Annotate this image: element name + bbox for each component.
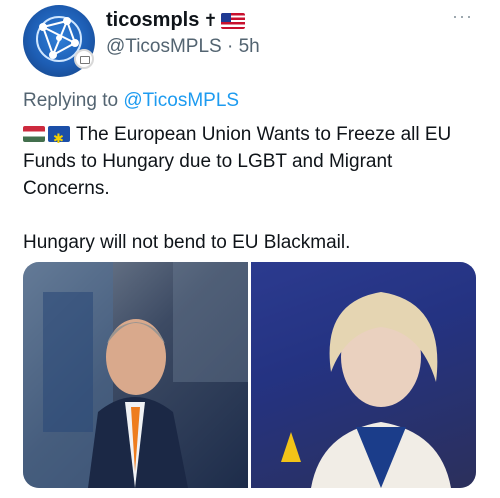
media-grid xyxy=(23,262,476,488)
hungary-flag-icon xyxy=(23,126,45,142)
replying-handle-link[interactable]: @TicosMPLS xyxy=(123,90,239,111)
us-flag-icon xyxy=(220,12,245,29)
more-options-icon[interactable]: ··· xyxy=(452,6,473,27)
timestamp[interactable]: 5h xyxy=(239,36,260,57)
author-name-row[interactable]: ticosmpls ✝ xyxy=(106,9,245,32)
tweet-paragraph-2: Hungary will not bend to EU Blackmail. xyxy=(23,232,351,253)
name-emoji: ✝ xyxy=(203,10,245,31)
cross-icon: ✝ xyxy=(203,10,218,30)
photo-woman-blonde[interactable] xyxy=(251,262,476,488)
tweet-line-1: The European Union Wants to Freeze all E… xyxy=(23,124,452,199)
handle-time: @TicosMPLS · 5h xyxy=(106,36,260,58)
eu-flag-icon xyxy=(48,125,70,152)
handle[interactable]: @TicosMPLS xyxy=(106,36,222,57)
replying-prefix: Replying to xyxy=(23,90,119,111)
photo-man-in-suit[interactable] xyxy=(23,262,248,488)
replying-to: Replying to @TicosMPLS xyxy=(23,90,239,112)
tweet-text: The European Union Wants to Freeze all E… xyxy=(23,121,473,256)
display-name[interactable]: ticosmpls xyxy=(106,9,199,32)
badge-icon xyxy=(74,49,94,69)
tweet-paragraph-1: The European Union Wants to Freeze all E… xyxy=(23,121,473,202)
separator: · xyxy=(227,36,234,57)
